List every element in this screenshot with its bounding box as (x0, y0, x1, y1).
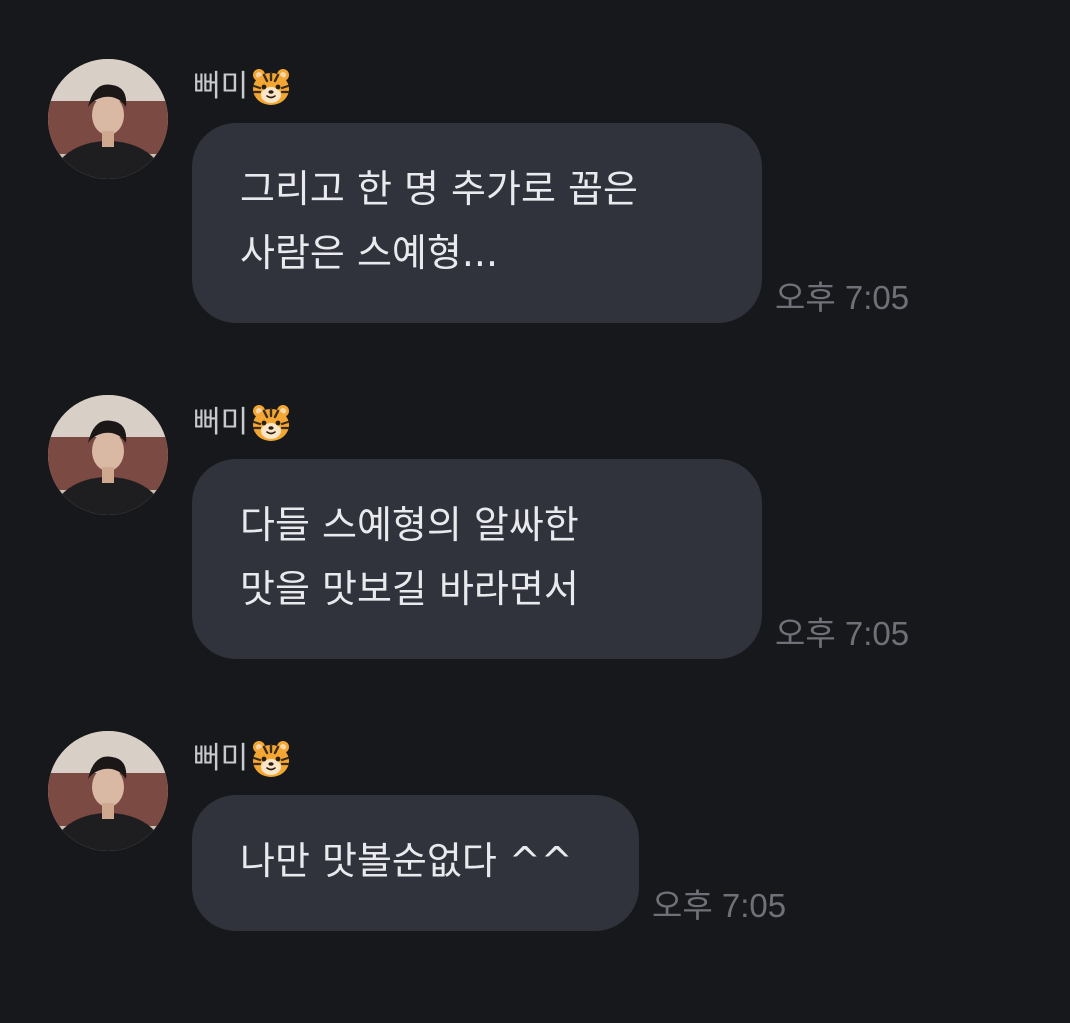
message-time: 오후 7:05 (775, 279, 910, 316)
avatar[interactable] (48, 731, 168, 851)
sender-name-text: 뻐미 (193, 69, 249, 104)
avatar[interactable] (48, 59, 168, 179)
message-text-line: 맛을 맛보길 바라면서 (240, 567, 579, 611)
message-time: 오후 7:05 (652, 887, 787, 924)
sender-name: 뻐미 (193, 65, 292, 109)
avatar[interactable] (48, 395, 168, 515)
avatar-photo (48, 395, 168, 515)
tiger-face-icon (253, 741, 290, 777)
sender-name: 뻐미 (193, 737, 292, 781)
message-time: 오후 7:05 (775, 615, 910, 652)
sender-name-text: 뻐미 (193, 405, 249, 440)
message-text-line: 다들 스예형의 알싸한 (240, 503, 579, 547)
message-text-line: 사람은 스예형... (240, 231, 499, 275)
chat-message-list[interactable]: 뻐미 그리고 한 명 추가로 꼽은 사람은 스예형... 오후 7:05 뻐미 … (0, 0, 1070, 1023)
sender-name: 뻐미 (193, 401, 292, 445)
message-bubble[interactable]: 다들 스예형의 알싸한 맛을 맛보길 바라면서 (192, 459, 762, 659)
avatar-photo (48, 59, 168, 179)
sender-name-text: 뻐미 (193, 741, 249, 776)
tiger-face-icon (253, 405, 290, 441)
message-text-line: 나만 맛볼순없다 ^^ (240, 839, 573, 883)
avatar-photo (48, 731, 168, 851)
message-bubble[interactable]: 나만 맛볼순없다 ^^ (192, 795, 639, 931)
message-bubble[interactable]: 그리고 한 명 추가로 꼽은 사람은 스예형... (192, 123, 762, 323)
message-text-line: 그리고 한 명 추가로 꼽은 (240, 167, 638, 211)
tiger-face-icon (253, 69, 290, 105)
